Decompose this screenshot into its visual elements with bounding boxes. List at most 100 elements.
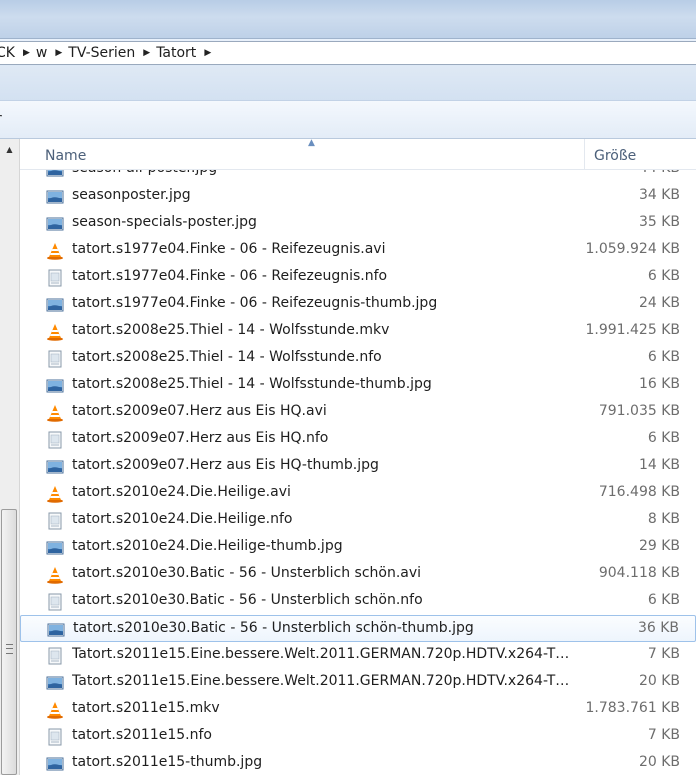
vlc-cone-icon bbox=[46, 485, 64, 503]
file-size: 6 KB bbox=[647, 268, 680, 284]
file-name: seasonposter.jpg bbox=[72, 187, 191, 203]
file-name: tatort.s2011e15.nfo bbox=[72, 727, 212, 743]
file-row[interactable]: tatort.s1977e04.Finke - 06 - Reifezeugni… bbox=[20, 264, 696, 291]
text-file-icon bbox=[46, 647, 64, 665]
file-name: tatort.s2008e25.Thiel - 14 - Wolfsstunde… bbox=[72, 376, 432, 392]
text-file-icon bbox=[46, 512, 64, 530]
address-bar-area: CK ▶ w ▶ TV-Serien ▶ Tatort ▶ bbox=[0, 38, 696, 67]
file-row[interactable]: tatort.s2010e24.Die.Heilige-thumb.jpg 29 … bbox=[20, 534, 696, 561]
file-name: tatort.s2008e25.Thiel - 14 - Wolfsstunde… bbox=[72, 322, 390, 338]
file-size: 20 KB bbox=[638, 673, 680, 689]
vlc-cone-icon bbox=[46, 404, 64, 422]
file-row[interactable]: tatort.s2010e30.Batic - 56 - Unsterblich… bbox=[20, 615, 696, 642]
vlc-cone-icon bbox=[46, 566, 64, 584]
file-size: 6 KB bbox=[647, 430, 680, 446]
file-size: 14 KB bbox=[638, 457, 680, 473]
image-file-icon bbox=[46, 188, 64, 206]
file-row[interactable]: tatort.s2008e25.Thiel - 14 - Wolfsstunde… bbox=[20, 372, 696, 399]
file-list: season-all-poster.jpg44 KBseasonposter.j… bbox=[20, 156, 696, 775]
file-row[interactable]: season-specials-poster.jpg 35 KB bbox=[20, 210, 696, 237]
search-band bbox=[0, 66, 696, 101]
file-size: 791.035 KB bbox=[598, 403, 680, 419]
file-row[interactable]: tatort.s2010e24.Die.Heilige.nfo 8 KB bbox=[20, 507, 696, 534]
file-size: 20 KB bbox=[638, 754, 680, 770]
breadcrumb-label: Tatort bbox=[156, 45, 197, 61]
file-name: tatort.s2011e15-thumb.jpg bbox=[72, 754, 263, 770]
file-size: 6 KB bbox=[647, 349, 680, 365]
image-file-icon bbox=[46, 296, 64, 314]
image-file-icon bbox=[46, 539, 64, 557]
image-file-icon bbox=[46, 215, 64, 233]
column-header-name[interactable]: ▲ Name bbox=[42, 139, 585, 169]
file-row[interactable]: tatort.s2011e15.nfo 7 KB bbox=[20, 723, 696, 750]
text-file-icon bbox=[46, 593, 64, 611]
file-size: 716.498 KB bbox=[598, 484, 680, 500]
file-size: 6 KB bbox=[647, 592, 680, 608]
image-file-icon bbox=[46, 458, 64, 476]
vlc-cone-icon bbox=[46, 323, 64, 341]
file-name: tatort.s2010e30.Batic - 56 - Unsterblich… bbox=[72, 592, 423, 608]
chevron-right-icon[interactable]: ▶ bbox=[143, 48, 152, 58]
file-row[interactable]: tatort.s2008e25.Thiel - 14 - Wolfsstunde… bbox=[20, 345, 696, 372]
file-size: 1.059.924 KB bbox=[585, 241, 681, 257]
breadcrumb[interactable]: CK ▶ w ▶ TV-Serien ▶ Tatort ▶ bbox=[0, 41, 696, 65]
file-row[interactable]: tatort.s2009e07.Herz aus Eis HQ.avi 791.0… bbox=[20, 399, 696, 426]
file-size: 16 KB bbox=[638, 376, 680, 392]
file-name: Tatort.s2011e15.Eine.bessere.Welt.2011.G… bbox=[72, 673, 577, 689]
file-row[interactable]: tatort.s2010e30.Batic - 56 - Unsterblich… bbox=[20, 561, 696, 588]
image-file-icon bbox=[46, 674, 64, 692]
file-size: 7 KB bbox=[647, 646, 680, 662]
file-row[interactable]: tatort.s2011e15.mkv 1.783.761 KB bbox=[20, 696, 696, 723]
file-row[interactable]: tatort.s2009e07.Herz aus Eis HQ.nfo 6 KB bbox=[20, 426, 696, 453]
file-name: tatort.s2009e07.Herz aus Eis HQ-thumb.jp… bbox=[72, 457, 379, 473]
file-row[interactable]: tatort.s2011e15-thumb.jpg 20 KB bbox=[20, 750, 696, 775]
breadcrumb-item-1[interactable]: w ▶ bbox=[32, 42, 64, 64]
image-file-icon bbox=[47, 621, 65, 639]
toolbar-item-partial[interactable]: r bbox=[0, 111, 2, 127]
file-row[interactable]: tatort.s1977e04.Finke - 06 - Reifezeugni… bbox=[20, 291, 696, 318]
column-header-size-label: Größe bbox=[594, 148, 637, 164]
column-header-name-label: Name bbox=[45, 148, 87, 164]
file-name: tatort.s1977e04.Finke - 06 - Reifezeugni… bbox=[72, 295, 438, 311]
file-row[interactable]: tatort.s2009e07.Herz aus Eis HQ-thumb.jp… bbox=[20, 453, 696, 480]
file-size: 904.118 KB bbox=[598, 565, 680, 581]
breadcrumb-label: TV-Serien bbox=[68, 45, 136, 61]
file-row[interactable]: Tatort.s2011e15.Eine.bessere.Welt.2011.G… bbox=[20, 669, 696, 696]
file-size: 24 KB bbox=[638, 295, 680, 311]
file-name: tatort.s2010e24.Die.Heilige.avi bbox=[72, 484, 291, 500]
file-name: Tatort.s2011e15.Eine.bessere.Welt.2011.G… bbox=[72, 646, 577, 662]
breadcrumb-item-3[interactable]: Tatort ▶ bbox=[152, 42, 213, 64]
breadcrumb-item-0[interactable]: CK ▶ bbox=[0, 42, 32, 64]
breadcrumb-item-2[interactable]: TV-Serien ▶ bbox=[64, 42, 152, 64]
chevron-right-icon[interactable]: ▶ bbox=[204, 48, 213, 58]
text-file-icon bbox=[46, 269, 64, 287]
chevron-right-icon[interactable]: ▶ bbox=[23, 48, 32, 58]
sort-ascending-icon: ▲ bbox=[308, 139, 315, 148]
column-header-size[interactable]: Größe bbox=[586, 139, 696, 169]
vlc-cone-icon bbox=[46, 242, 64, 260]
file-list-view: season-all-poster.jpg44 KBseasonposter.j… bbox=[20, 139, 696, 775]
chevron-right-icon[interactable]: ▶ bbox=[55, 48, 64, 58]
file-row[interactable]: seasonposter.jpg 34 KB bbox=[20, 183, 696, 210]
file-name: tatort.s2010e30.Batic - 56 - Unsterblich… bbox=[72, 565, 422, 581]
navigation-pane-scrollbar[interactable]: ▲ bbox=[0, 139, 20, 775]
scroll-up-arrow-icon[interactable]: ▲ bbox=[0, 139, 19, 159]
breadcrumb-label: CK bbox=[0, 45, 15, 61]
file-name: tatort.s2011e15.mkv bbox=[72, 700, 220, 716]
column-header-bar: ▲ Name Größe bbox=[20, 139, 696, 170]
file-row[interactable]: tatort.s1977e04.Finke - 06 - Reifezeugni… bbox=[20, 237, 696, 264]
file-size: 8 KB bbox=[647, 511, 680, 527]
file-size: 1.991.425 KB bbox=[585, 322, 681, 338]
file-size: 34 KB bbox=[638, 187, 680, 203]
file-size: 7 KB bbox=[647, 727, 680, 743]
file-row[interactable]: tatort.s2010e24.Die.Heilige.avi 716.498 K… bbox=[20, 480, 696, 507]
breadcrumb-label: w bbox=[35, 45, 48, 61]
file-row[interactable]: Tatort.s2011e15.Eine.bessere.Welt.2011.G… bbox=[20, 642, 696, 669]
scrollbar-thumb[interactable] bbox=[1, 509, 17, 775]
file-name: tatort.s2010e24.Die.Heilige.nfo bbox=[72, 511, 293, 527]
file-name: tatort.s1977e04.Finke - 06 - Reifezeugni… bbox=[72, 268, 388, 284]
file-row[interactable]: tatort.s2010e30.Batic - 56 - Unsterblich… bbox=[20, 588, 696, 615]
image-file-icon bbox=[46, 755, 64, 773]
file-row[interactable]: tatort.s2008e25.Thiel - 14 - Wolfsstunde… bbox=[20, 318, 696, 345]
text-file-icon bbox=[46, 431, 64, 449]
